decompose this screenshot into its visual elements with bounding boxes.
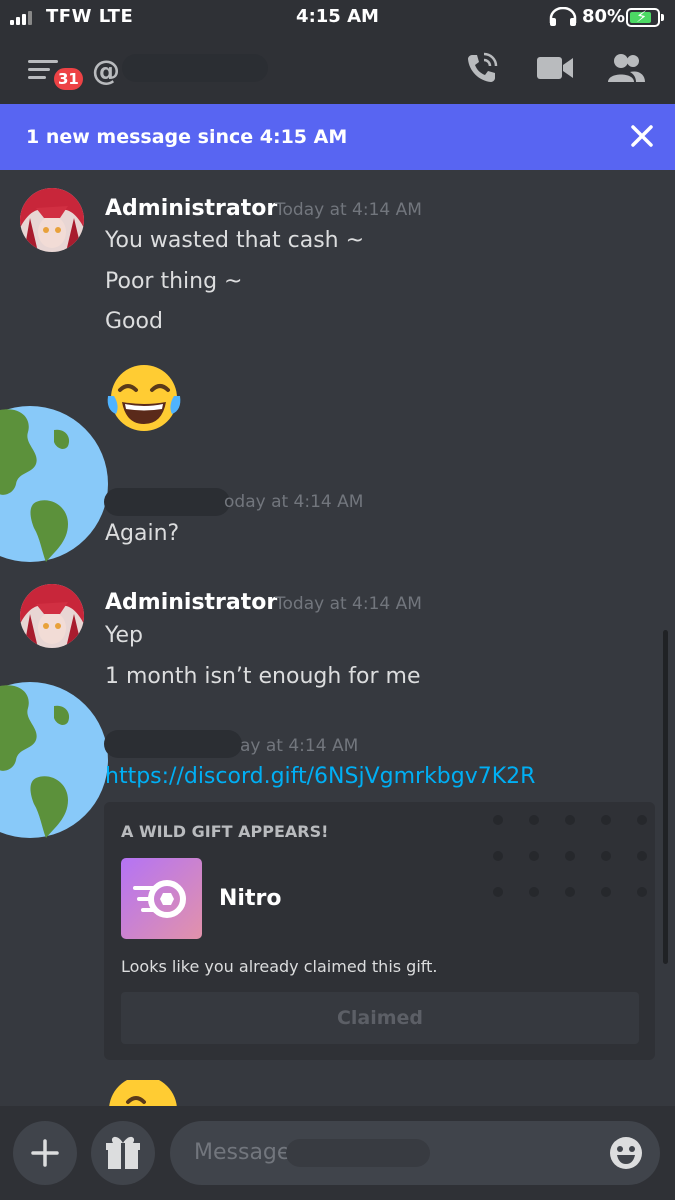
globe-avatar-icon[interactable] <box>0 402 110 566</box>
member-list-icon[interactable] <box>606 52 646 84</box>
channel-header: 31 @ <box>0 36 675 104</box>
emoji-picker-icon[interactable] <box>608 1135 644 1171</box>
message-author[interactable]: Administrator <box>105 196 277 221</box>
message-text: Good <box>105 309 163 334</box>
new-messages-text: 1 new message since 4:15 AM <box>26 126 348 148</box>
message-text: Yep <box>105 623 144 648</box>
add-attachment-button[interactable] <box>13 1121 77 1185</box>
video-call-icon[interactable] <box>536 54 574 82</box>
message-timestamp: oday at 4:14 AM <box>224 492 364 512</box>
message-timestamp: Today at 4:14 AM <box>275 594 422 614</box>
message-text: Again? <box>105 521 180 546</box>
partial-emoji-icon <box>109 1080 177 1106</box>
message-author[interactable]: Administrator <box>105 590 277 615</box>
message-input[interactable]: Message <box>170 1121 660 1185</box>
avatar[interactable] <box>20 584 84 648</box>
unread-badge: 31 <box>52 66 85 92</box>
redacted-username <box>104 730 242 758</box>
voice-call-icon[interactable] <box>464 50 500 86</box>
message-composer: Message <box>0 1106 675 1200</box>
gift-product-name: Nitro <box>219 886 282 911</box>
gift-status-note: Looks like you already claimed this gift… <box>121 957 438 976</box>
scrollbar[interactable] <box>663 630 668 964</box>
redacted-username <box>122 54 268 82</box>
headphones-icon <box>549 7 577 26</box>
battery-icon: ⚡ <box>626 8 664 27</box>
message-text: Poor thing ~ <box>105 269 243 294</box>
gift-icon <box>106 1136 140 1169</box>
message-timestamp: ay at 4:14 AM <box>240 736 359 756</box>
redacted-username <box>286 1139 430 1167</box>
gift-header: A WILD GIFT APPEARS! <box>121 822 329 841</box>
claimed-button[interactable]: Claimed <box>121 992 639 1044</box>
gift-link[interactable]: https://discord.gift/6NSjVgmrkbgv7K2R <box>105 764 535 789</box>
laughing-emoji-icon <box>107 365 181 431</box>
message-placeholder: Message <box>194 1140 291 1165</box>
gift-embed: A WILD GIFT APPEARS! Nitro Looks like yo… <box>104 802 655 1060</box>
globe-avatar-icon[interactable] <box>0 678 110 842</box>
status-bar: TFW LTE 4:15 AM 80% ⚡ <box>0 0 675 36</box>
message-text: 1 month isn’t enough for me <box>105 664 421 689</box>
at-icon: @ <box>92 54 120 87</box>
battery-percent: 80% <box>582 6 626 27</box>
message-text: You wasted that cash ~ <box>105 228 365 253</box>
gift-button[interactable] <box>91 1121 155 1185</box>
redacted-username <box>104 488 230 516</box>
avatar[interactable] <box>20 188 84 252</box>
plus-icon <box>31 1139 59 1167</box>
nitro-icon <box>121 858 202 939</box>
close-icon[interactable] <box>624 118 660 154</box>
message-list: Administrator Today at 4:14 AM You waste… <box>0 170 675 1106</box>
message-timestamp: Today at 4:14 AM <box>275 200 422 220</box>
new-messages-banner[interactable]: 1 new message since 4:15 AM <box>0 104 675 170</box>
